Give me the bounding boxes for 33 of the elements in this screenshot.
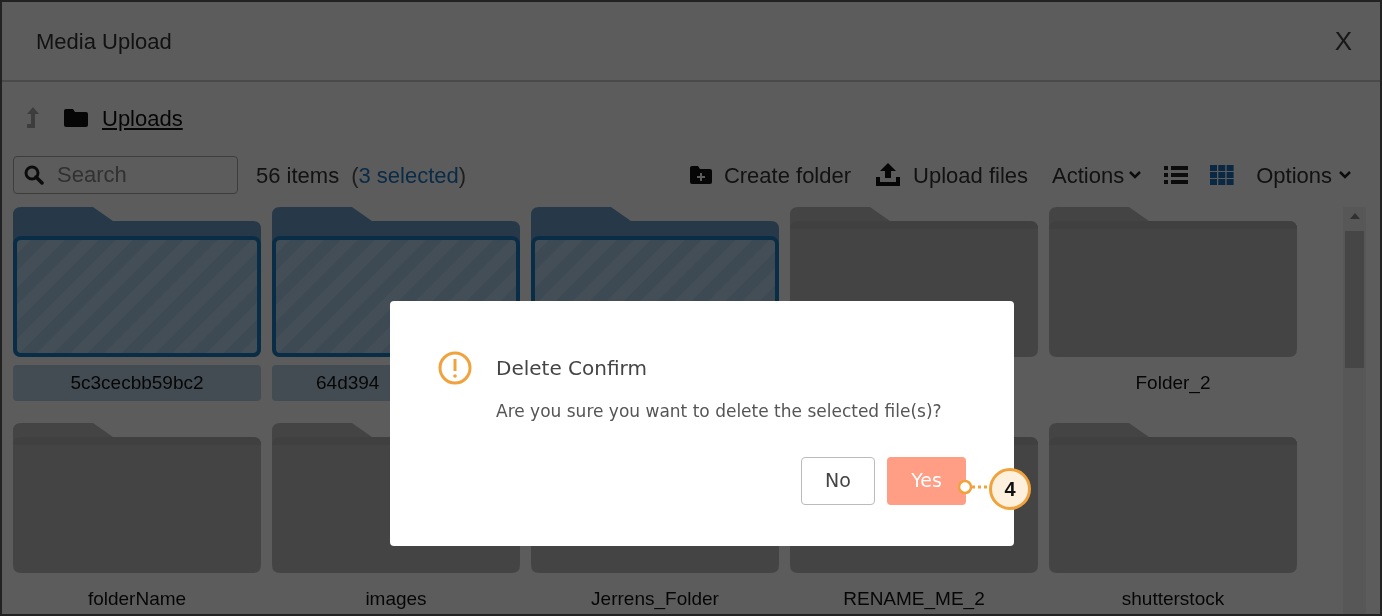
upload-button[interactable]: Upload files [875, 158, 1028, 192]
grid-view-icon[interactable] [1210, 165, 1235, 185]
folder-icon [64, 109, 88, 127]
up-arrow-icon[interactable] [26, 106, 40, 130]
search-icon [24, 165, 44, 185]
folder-name: Folder_2 [1134, 370, 1212, 396]
folder-name: folderName [86, 586, 188, 611]
folder-name: images [364, 586, 428, 611]
dialog-message: Are you sure you want to delete the selected file(s)? [496, 400, 943, 423]
list-view-icon[interactable] [1164, 165, 1189, 185]
window-title: Media Upload [36, 27, 172, 56]
warning-icon [438, 351, 472, 385]
yes-button[interactable]: Yes [887, 456, 966, 505]
create-button[interactable]: Create folder [689, 158, 852, 192]
parenthesis: ) [458, 161, 467, 190]
breadcrumb-link[interactable]: Uploads [102, 101, 183, 135]
folder-name: 5c3cecbb59bc2 [13, 365, 261, 401]
options-dropdown[interactable]: Options [1256, 158, 1352, 192]
selected-count: 3 selected [358, 161, 459, 190]
caret-icon [1338, 170, 1352, 180]
parenthesis: ( [351, 161, 359, 190]
folder-name: RENAME_ME_2 [842, 586, 986, 612]
scrollbar[interactable] [1343, 207, 1366, 614]
scroll-up-icon[interactable] [1350, 213, 1360, 219]
actions-dropdown[interactable]: Actions [1052, 158, 1143, 192]
item-count: 56 items [256, 161, 340, 190]
folder-name: Jerrens_Folder [590, 586, 720, 612]
close-button[interactable]: X [1326, 21, 1360, 61]
caret-icon [1128, 170, 1143, 180]
no-button[interactable]: No [801, 456, 875, 505]
upload-icon [875, 163, 902, 187]
folder-name: shutterstock [1120, 586, 1226, 611]
folder-plus-icon [689, 166, 712, 184]
